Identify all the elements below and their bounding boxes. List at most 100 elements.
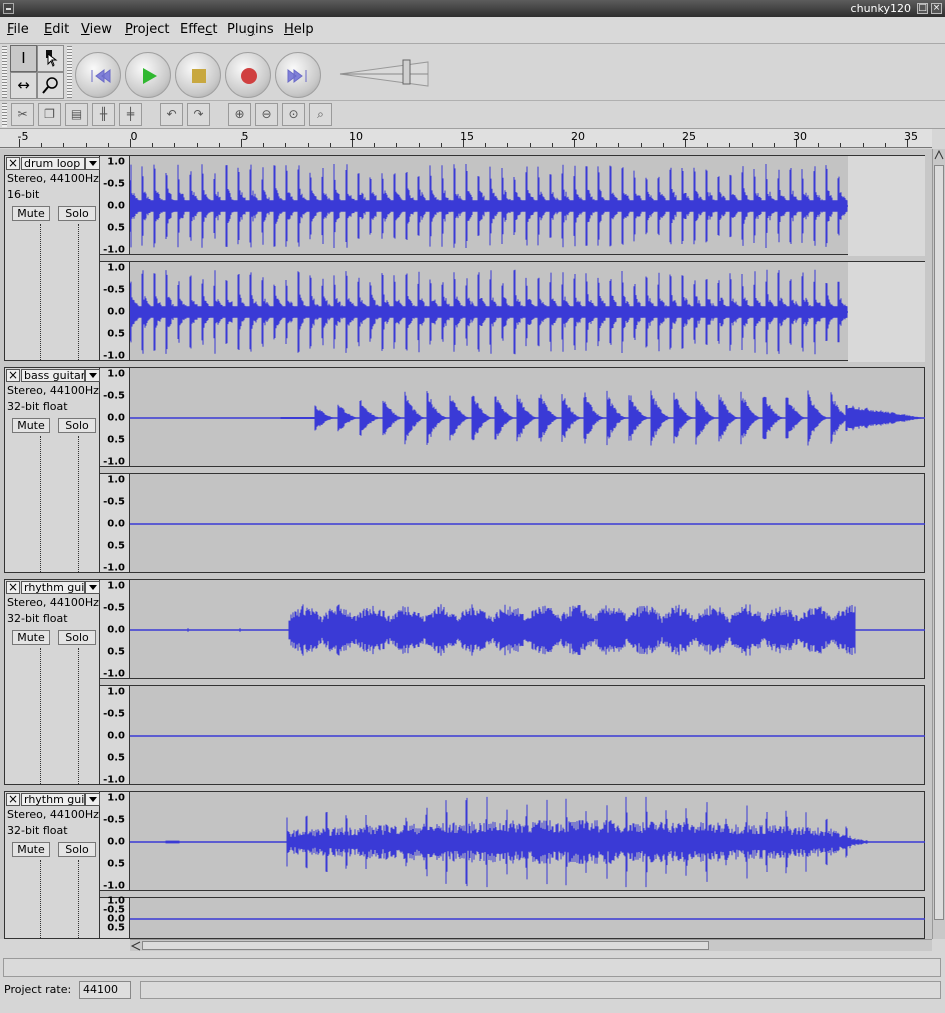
time-shift-tool-button[interactable]: ↔ xyxy=(10,72,37,99)
toolbar-grip[interactable] xyxy=(2,46,7,98)
menu-project[interactable]: Project xyxy=(125,22,170,37)
close-track-icon[interactable]: × xyxy=(6,369,20,382)
amplitude-label: -1.0 xyxy=(103,350,125,362)
track-menu-dropdown-icon[interactable] xyxy=(85,581,100,594)
amplitude-label: 0.5 xyxy=(107,752,125,764)
vertical-scrollbar[interactable] xyxy=(932,149,945,939)
undo-button[interactable]: ↶ xyxy=(160,103,183,126)
amplitude-label: -0.5 xyxy=(103,178,125,190)
waveform-channel[interactable] xyxy=(130,261,925,362)
waveform-channel[interactable] xyxy=(130,155,925,256)
window-menu-icon[interactable] xyxy=(3,3,14,14)
menu-view[interactable]: View xyxy=(81,22,112,37)
mute-button[interactable]: Mute xyxy=(12,418,50,433)
track-label-panel[interactable]: ×rhythm guita Stereo, 44100Hz 32-bit float… xyxy=(4,791,100,939)
amplitude-label: 1.0 xyxy=(107,262,125,274)
amplitude-label: -1.0 xyxy=(103,562,125,574)
fit-selection-button[interactable]: ⊙ xyxy=(282,103,305,126)
waveform-channel[interactable] xyxy=(130,473,925,573)
vertical-scroll-thumb[interactable] xyxy=(934,165,944,920)
track-name-button[interactable]: rhythm guita xyxy=(21,793,85,806)
record-button[interactable] xyxy=(225,52,271,98)
waveform-channel[interactable] xyxy=(130,685,925,785)
amplitude-label: 1.0 xyxy=(107,156,125,168)
cut-button[interactable]: ✂ xyxy=(11,103,34,126)
amplitude-ruler: 1.0 -0.5 0.0 0.5 -1.0 xyxy=(100,473,130,574)
volume-slider[interactable] xyxy=(336,56,432,88)
menu-edit[interactable]: Edit xyxy=(44,22,69,37)
mute-button[interactable]: Mute xyxy=(12,842,50,857)
mute-button[interactable]: Mute xyxy=(12,630,50,645)
solo-button[interactable]: Solo xyxy=(58,418,96,433)
menu-help[interactable]: Help xyxy=(284,22,314,37)
solo-button[interactable]: Solo xyxy=(58,630,96,645)
silence-button[interactable]: ╪ xyxy=(119,103,142,126)
ruler-tick xyxy=(752,143,753,147)
ruler-tick xyxy=(108,143,109,147)
toolbar-grip[interactable] xyxy=(67,46,72,98)
menu-plugins[interactable]: Plugins xyxy=(227,22,274,37)
skip-to-end-button[interactable] xyxy=(275,52,321,98)
zoom-tool-button[interactable] xyxy=(37,72,64,99)
scroll-left-icon[interactable] xyxy=(130,940,142,952)
track-menu-dropdown-icon[interactable] xyxy=(85,793,100,806)
track-label-panel[interactable]: × drum loop Stereo, 44100Hz 16-bit Mute Solo xyxy=(4,155,100,361)
amplitude-label: -1.0 xyxy=(103,668,125,680)
toolbar-grip[interactable] xyxy=(2,103,7,127)
menu-accelerator: F xyxy=(7,22,14,37)
stop-button[interactable] xyxy=(175,52,221,98)
waveform-channel[interactable] xyxy=(130,791,925,891)
close-track-icon[interactable]: × xyxy=(6,793,20,806)
horizontal-scroll-thumb[interactable] xyxy=(142,941,709,950)
menu-file[interactable]: File xyxy=(7,22,29,37)
mute-button[interactable]: Mute xyxy=(12,206,50,221)
zoom-out-button[interactable]: ⊖ xyxy=(255,103,278,126)
waveform-channel[interactable] xyxy=(130,367,925,467)
close-track-icon[interactable]: × xyxy=(6,581,20,594)
scroll-up-icon[interactable] xyxy=(933,149,945,161)
solo-button[interactable]: Solo xyxy=(58,842,96,857)
track-name-button[interactable]: rhythm guita xyxy=(21,581,85,594)
project-rate-field[interactable]: 44100 xyxy=(79,981,131,999)
track-menu-dropdown-icon[interactable] xyxy=(85,157,100,170)
copy-button[interactable]: ❐ xyxy=(38,103,61,126)
track-menu-dropdown-icon[interactable] xyxy=(85,369,100,382)
waveform-graphic xyxy=(130,390,925,446)
track-name-button[interactable]: bass guitar xyxy=(21,369,85,382)
close-window-icon[interactable]: × xyxy=(931,3,942,14)
track-label-panel[interactable]: × bass guitar Stereo, 44100Hz 32-bit float M… xyxy=(4,367,100,573)
ruler-label: 25 xyxy=(682,130,696,143)
solo-button[interactable]: Solo xyxy=(58,206,96,221)
waveform-graphic xyxy=(130,604,925,656)
ruler-tick xyxy=(41,143,42,147)
redo-button[interactable]: ↷ xyxy=(187,103,210,126)
trim-button[interactable]: ╫ xyxy=(92,103,115,126)
amplitude-label: 1.0 xyxy=(107,686,125,698)
paste-button[interactable]: ▤ xyxy=(65,103,88,126)
paste-icon: ▤ xyxy=(70,107,83,121)
skip-to-start-button[interactable] xyxy=(75,52,121,98)
track-label-panel[interactable]: ×rhythm guita Stereo, 44100Hz 32-bit float… xyxy=(4,579,100,785)
waveform-channel[interactable] xyxy=(130,579,925,679)
fit-project-button[interactable]: ⌕ xyxy=(309,103,332,126)
selection-tool-button[interactable]: I xyxy=(10,45,37,72)
play-button[interactable] xyxy=(125,52,171,98)
control-toolbar: I ↔ xyxy=(0,44,945,101)
maximize-icon[interactable]: □ xyxy=(917,3,928,14)
waveform-channel[interactable] xyxy=(130,897,925,939)
amplitude-label: 0.5 xyxy=(107,540,125,552)
menu-effect[interactable]: Effect xyxy=(180,22,217,37)
close-track-icon[interactable]: × xyxy=(6,157,20,170)
horizontal-scrollbar[interactable] xyxy=(130,939,932,951)
ruler-tick xyxy=(63,143,64,147)
status-field xyxy=(140,981,941,999)
timeline-ruler[interactable]: -5 0 5 10 15 20 25 30 35 xyxy=(0,129,932,148)
label-guide-line xyxy=(78,860,79,939)
ruler-label: 30 xyxy=(793,130,807,143)
ruler-tick xyxy=(485,143,486,147)
menu-accelerator: E xyxy=(44,22,53,37)
ruler-label: 15 xyxy=(460,130,474,143)
track-name-button[interactable]: drum loop xyxy=(21,157,85,170)
envelope-tool-button[interactable] xyxy=(37,45,64,72)
zoom-in-button[interactable]: ⊕ xyxy=(228,103,251,126)
